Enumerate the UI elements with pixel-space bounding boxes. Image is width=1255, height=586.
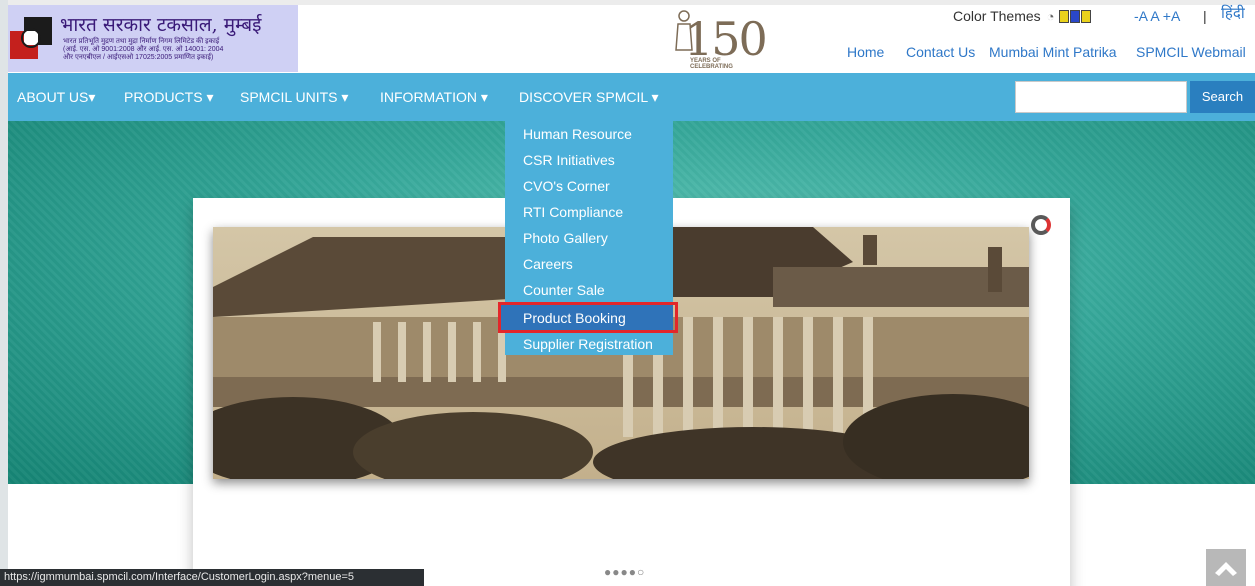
dropdown-item-photo-gallery[interactable]: Photo Gallery (505, 225, 673, 251)
nav-about[interactable]: ABOUT US▾ (17, 89, 95, 106)
dropdown-item-counter-sale[interactable]: Counter Sale (505, 277, 673, 303)
hindi-link[interactable]: हिंदी (1221, 3, 1245, 23)
theme-circle-icon[interactable]: ◔ (1047, 9, 1055, 24)
arrow-up-icon (1215, 562, 1237, 576)
logo-mark-icon (10, 17, 52, 59)
nav-information[interactable]: INFORMATION ▾ (380, 89, 488, 106)
color-themes: Color Themes ◔ (953, 8, 1092, 24)
site-logo[interactable]: भारत सरकार टकसाल, मुम्बई भारत प्रतिभूति … (8, 5, 298, 72)
nav-products[interactable]: PRODUCTS ▾ (124, 89, 213, 106)
loader-icon (1031, 215, 1051, 235)
separator: | (1203, 8, 1207, 24)
dropdown-item-supplier-registration[interactable]: Supplier Registration (505, 331, 673, 357)
anniversary-caption-line: CELEBRATING (690, 64, 733, 70)
anniversary-emblem: 150 YEARS OF CELEBRATING (672, 8, 782, 74)
contact-link[interactable]: Contact Us (906, 44, 975, 60)
status-bar-url: https://igmmumbai.spmcil.com/Interface/C… (0, 569, 424, 586)
logo-title: भारत सरकार टकसाल, मुम्बई (60, 14, 262, 36)
dropdown-item-human-resource[interactable]: Human Resource (505, 121, 673, 147)
window-left-edge (0, 0, 8, 586)
main-nav: ABOUT US▾ PRODUCTS ▾ SPMCIL UNITS ▾ INFO… (8, 73, 1255, 121)
logo-subtitle-line: भारत प्रतिभूति मुद्रण तथा मुद्रा निर्माण… (63, 38, 220, 45)
patrika-link[interactable]: Mumbai Mint Patrika (989, 44, 1117, 60)
dropdown-item-rti[interactable]: RTI Compliance (505, 199, 673, 225)
home-link[interactable]: Home (847, 44, 884, 60)
theme-swatch-yellow[interactable] (1059, 10, 1070, 23)
nav-discover[interactable]: DISCOVER SPMCIL ▾ (519, 89, 659, 106)
dropdown-item-cvo[interactable]: CVO's Corner (505, 173, 673, 199)
logo-subtitle-line: और एनएबीएल / आईएसओ 17025:2005 प्रमाणित इ… (63, 54, 214, 61)
logo-subtitle: भारत प्रतिभूति मुद्रण तथा मुद्रा निर्माण… (63, 38, 223, 62)
carousel-dots[interactable]: ●●●●○ (604, 565, 645, 579)
logo-subtitle-line: (आई. एस. ओ 9001:2008 और आई. एस. ओ 14001:… (63, 46, 224, 53)
color-themes-label: Color Themes (953, 8, 1041, 24)
anniversary-caption: YEARS OF CELEBRATING (690, 58, 733, 70)
dropdown-item-careers[interactable]: Careers (505, 251, 673, 277)
nav-units[interactable]: SPMCIL UNITS ▾ (240, 89, 348, 106)
search-input[interactable] (1015, 81, 1187, 113)
scroll-top-button[interactable] (1206, 549, 1246, 586)
search-button[interactable]: Search (1190, 81, 1255, 113)
theme-swatch-blue[interactable] (1070, 10, 1081, 23)
theme-swatch-yellow-2[interactable] (1081, 10, 1092, 23)
dropdown-item-csr[interactable]: CSR Initiatives (505, 147, 673, 173)
font-size-controls[interactable]: -A A +A (1134, 8, 1180, 24)
webmail-link[interactable]: SPMCIL Webmail (1136, 44, 1246, 60)
highlight-box (498, 302, 678, 333)
